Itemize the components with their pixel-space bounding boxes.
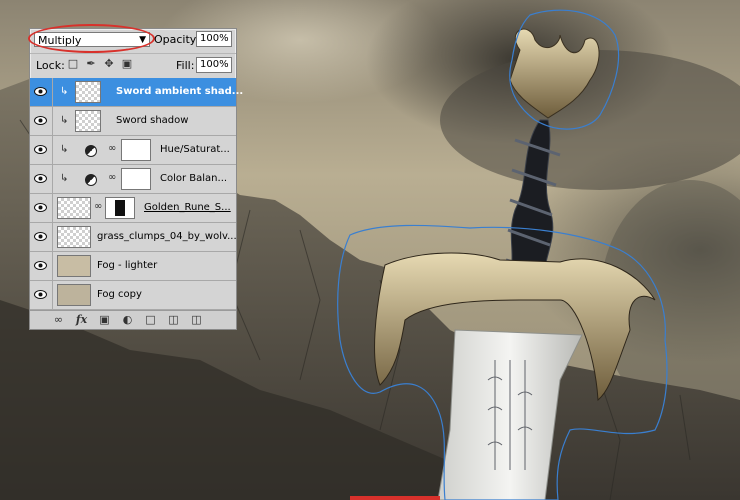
layer-name: Hue/Saturat... (160, 144, 230, 155)
group-folder-icon[interactable]: □ (144, 313, 157, 326)
lock-bar: Lock: □ ✒ ✥ ▣ Fill: 100% (30, 53, 236, 76)
eye-icon (34, 145, 47, 154)
eye-icon (34, 203, 47, 212)
clipping-arrow-icon: ↳ (60, 115, 69, 126)
lock-label: Lock: (36, 59, 65, 72)
adjustment-layer-icon (85, 174, 97, 186)
layer-name: Sword ambient shad... (116, 86, 244, 97)
layer-mask-thumbnail (105, 197, 135, 219)
visibility-toggle[interactable] (30, 136, 53, 164)
eye-icon (34, 261, 47, 270)
opacity-label: Opacity: (154, 33, 200, 46)
visibility-toggle[interactable] (30, 281, 53, 309)
fill-field[interactable]: 100% (196, 57, 232, 73)
layer-name: Fog - lighter (97, 260, 158, 271)
layer-row[interactable]: Fog - lighter (30, 252, 236, 281)
eye-icon (34, 232, 47, 241)
lock-image-icon[interactable]: ✒ (85, 58, 97, 70)
eye-icon (34, 174, 47, 183)
layer-row[interactable]: ↳ ∞ Color Balan... (30, 165, 236, 194)
visibility-toggle[interactable] (30, 78, 53, 106)
layer-thumbnail (75, 81, 101, 103)
layer-row[interactable]: grass_clumps_04_by_wolv... (30, 223, 237, 252)
clipping-arrow-icon: ↳ (60, 144, 69, 155)
layer-mask-thumbnail (121, 168, 151, 190)
lock-position-icon[interactable]: ✥ (103, 58, 115, 70)
layer-thumbnail (57, 284, 91, 306)
blend-options-bar: Multiply ▼ Opacity: 100% (28, 24, 236, 53)
eye-icon (34, 116, 47, 125)
adjustment-layer-icon (85, 145, 97, 157)
visibility-toggle[interactable] (30, 223, 53, 251)
adjustment-layer-icon[interactable]: ◐ (121, 313, 134, 326)
annotation-bar (350, 496, 440, 500)
layer-name: Golden_Rune_S... (144, 202, 231, 213)
lock-all-icon[interactable]: ▣ (121, 58, 133, 70)
link-icon: ∞ (94, 201, 103, 212)
visibility-toggle[interactable] (30, 107, 53, 135)
fill-label: Fill: (176, 59, 195, 72)
layer-name: Fog copy (97, 289, 142, 300)
layer-row[interactable]: ↳ ∞ Hue/Saturat... (30, 136, 236, 165)
lock-icons: □ ✒ ✥ ▣ (67, 58, 133, 70)
layer-thumbnail (75, 110, 101, 132)
layer-name: Color Balan... (160, 173, 228, 184)
layer-name: grass_clumps_04_by_wolv... (97, 231, 237, 242)
layer-row[interactable]: Fog copy (30, 281, 236, 310)
layers-panel-footer: ∞ fx ▣ ◐ □ ◫ ◫ (30, 310, 236, 329)
visibility-toggle[interactable] (30, 252, 53, 280)
clipping-arrow-icon: ↳ (60, 173, 69, 184)
eye-icon (34, 87, 47, 96)
layer-thumbnail (57, 255, 91, 277)
opacity-field[interactable]: 100% (196, 31, 232, 47)
trash-icon[interactable]: ◫ (190, 313, 203, 326)
layer-mask-thumbnail (121, 139, 151, 161)
visibility-toggle[interactable] (30, 165, 53, 193)
layer-row[interactable]: ↳ Sword ambient shad... (30, 78, 243, 107)
lock-transparent-icon[interactable]: □ (67, 58, 79, 70)
layer-name: Sword shadow (116, 115, 189, 126)
smart-object-thumbnail (57, 197, 91, 219)
footer-icons: ∞ fx ▣ ◐ □ ◫ ◫ (52, 313, 203, 326)
link-layers-icon[interactable]: ∞ (52, 313, 65, 326)
layers-panel: Multiply ▼ Opacity: 100% Lock: □ ✒ ✥ ▣ F… (28, 24, 243, 330)
layer-row[interactable]: ↳ Sword shadow (30, 107, 236, 136)
layer-row[interactable]: ∞ Golden_Rune_S... (30, 194, 236, 223)
link-icon: ∞ (108, 143, 117, 154)
clipping-arrow-icon: ↳ (60, 86, 69, 97)
layer-list: ↳ Sword ambient shad... ↳ Sword shadow ↳… (30, 78, 243, 310)
eye-icon (34, 290, 47, 299)
fx-icon[interactable]: fx (75, 313, 88, 326)
smart-object-thumbnail (57, 226, 91, 248)
add-mask-icon[interactable]: ▣ (98, 313, 111, 326)
visibility-toggle[interactable] (30, 194, 53, 222)
new-layer-icon[interactable]: ◫ (167, 313, 180, 326)
link-icon: ∞ (108, 172, 117, 183)
annotation-circle (28, 24, 155, 53)
